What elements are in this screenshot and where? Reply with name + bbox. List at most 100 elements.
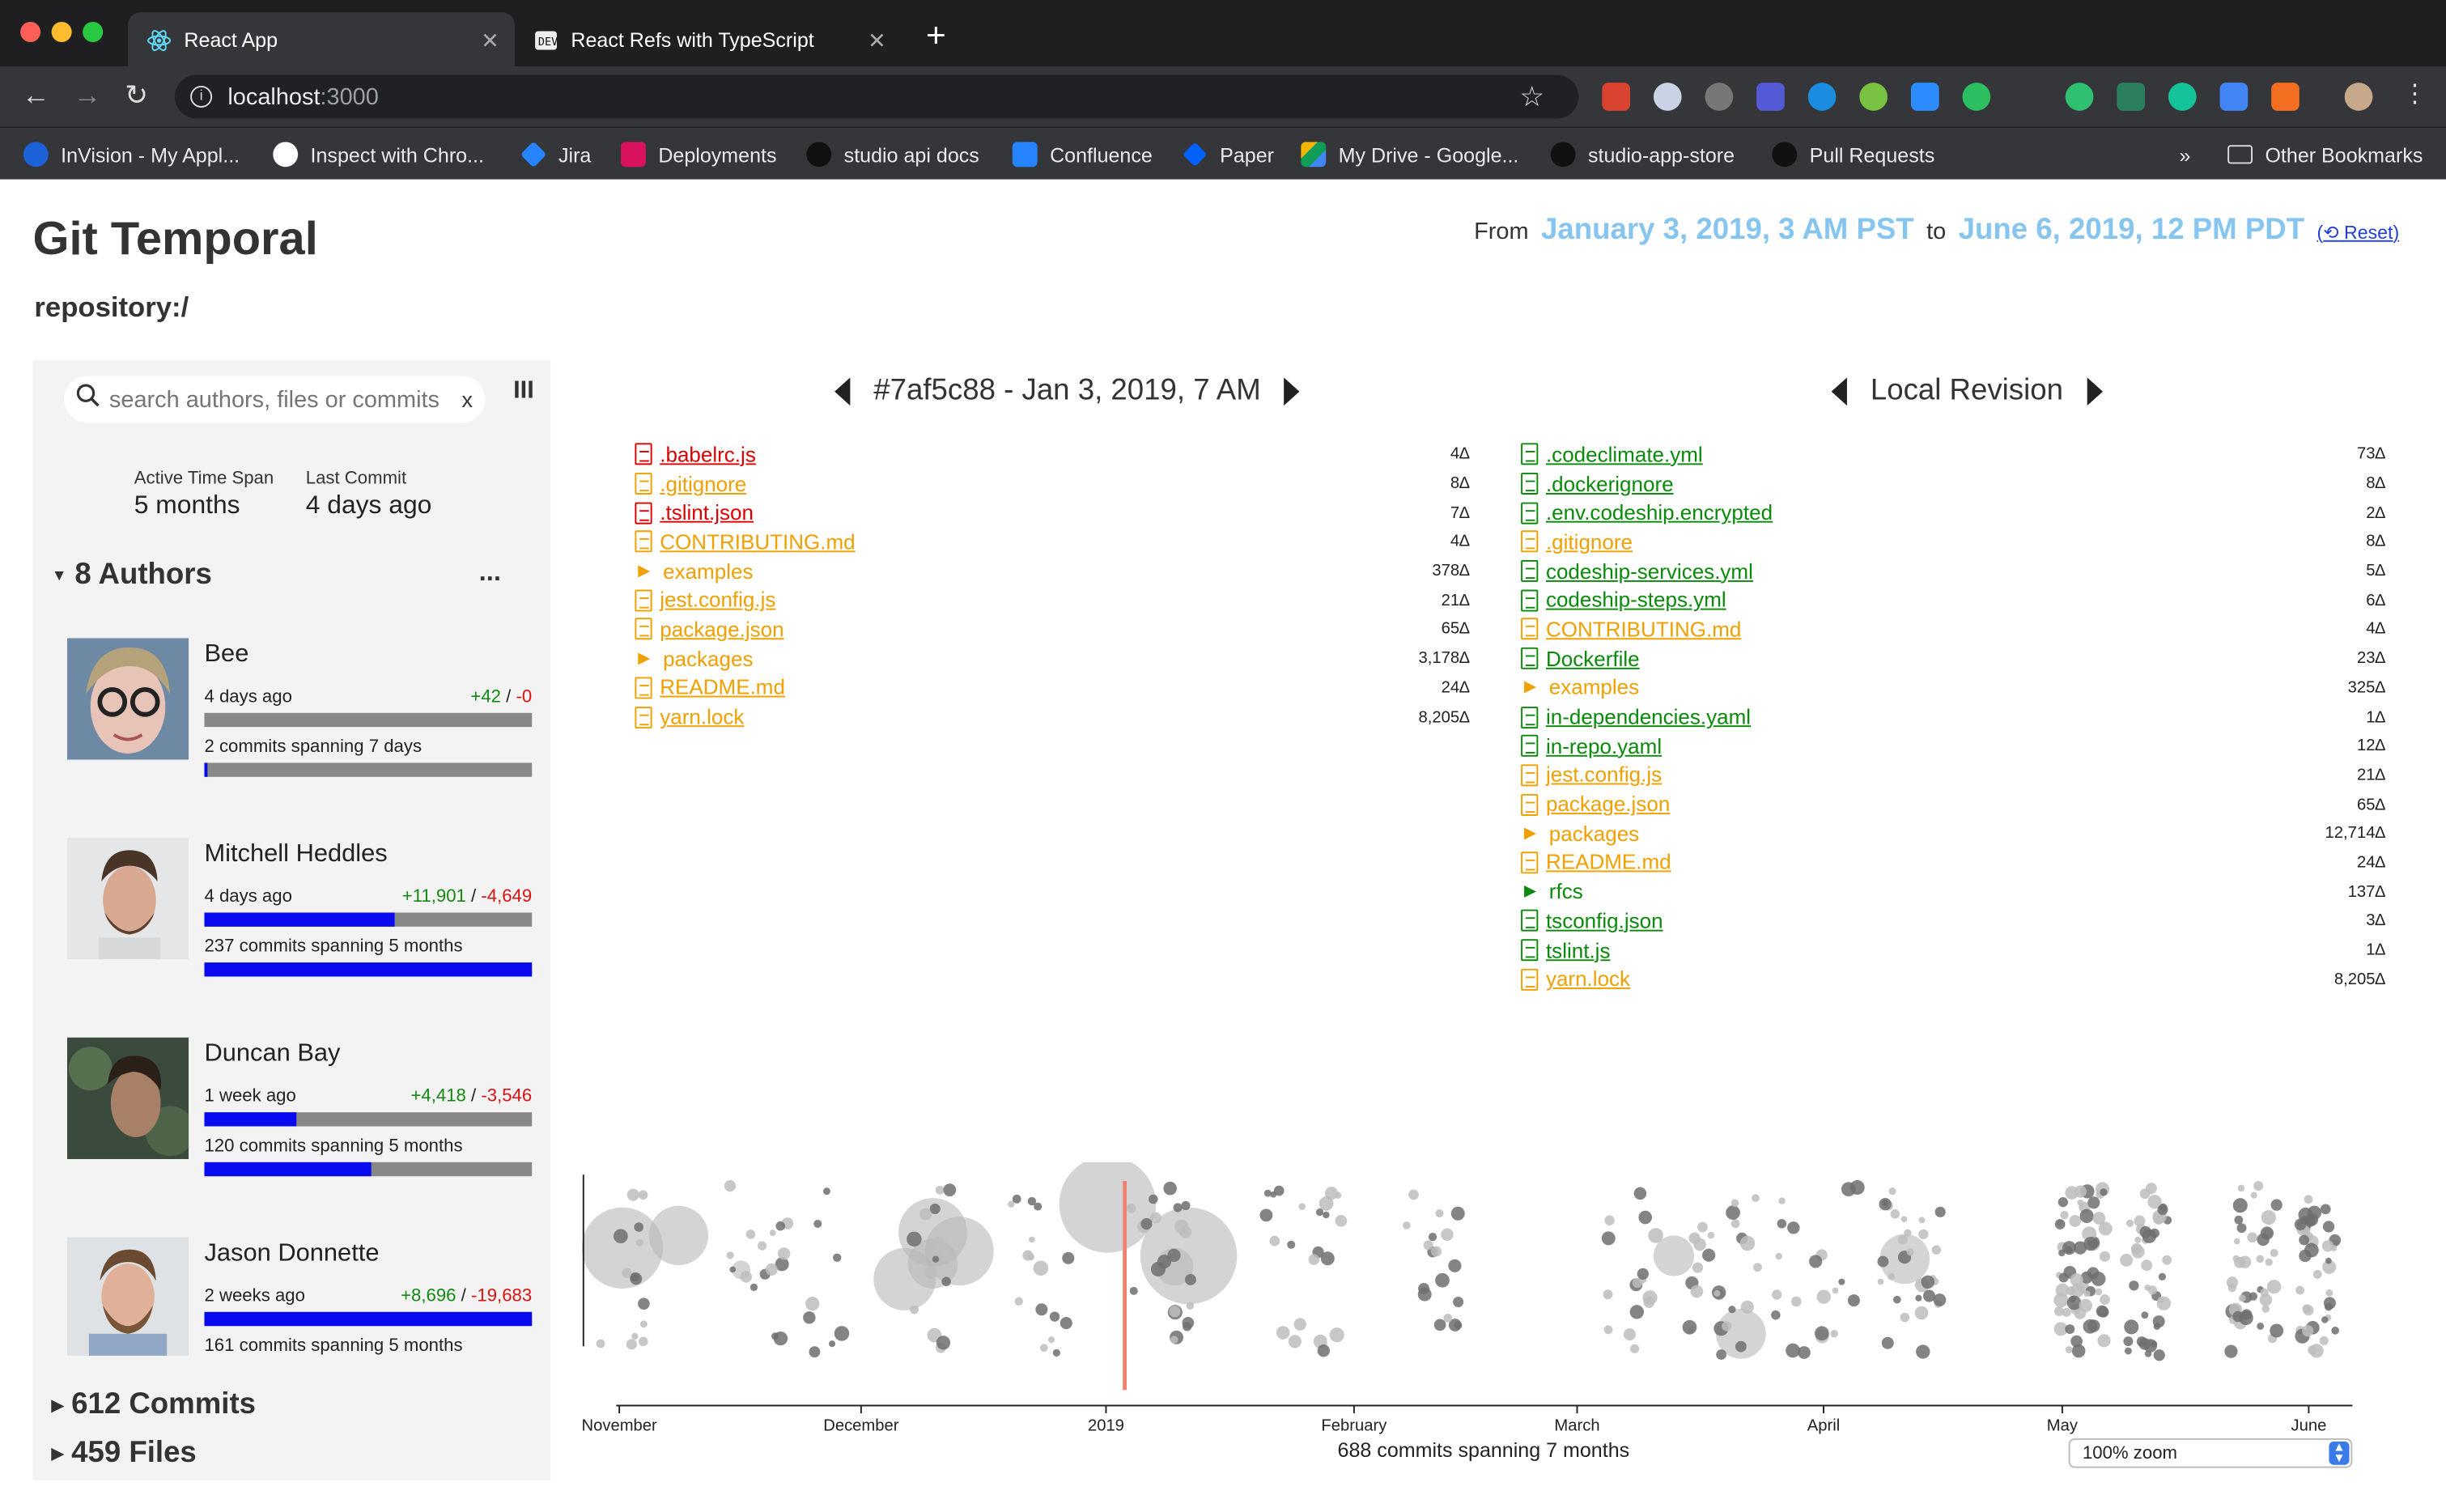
- author-card[interactable]: Mitchell Heddles 4 days ago +11,901 / -4…: [32, 822, 550, 1006]
- file-row[interactable]: README.md 24∆: [1521, 848, 2385, 877]
- commit-dot[interactable]: [1809, 1255, 1823, 1268]
- commit-dot[interactable]: [2257, 1322, 2265, 1330]
- commit-dot[interactable]: [2261, 1210, 2276, 1225]
- grammarly-icon[interactable]: [2168, 83, 2197, 111]
- file-name[interactable]: package.json: [1546, 792, 1670, 816]
- file-row[interactable]: package.json 65∆: [635, 615, 1470, 644]
- commit-dot[interactable]: [936, 1336, 951, 1350]
- commit-dot[interactable]: [769, 1230, 776, 1236]
- commit-dot[interactable]: [2120, 1253, 2134, 1267]
- file-name[interactable]: .gitignore: [660, 472, 746, 495]
- commit-dot[interactable]: [724, 1180, 737, 1192]
- commit-dot[interactable]: [941, 1276, 951, 1287]
- commit-dot[interactable]: [1752, 1194, 1760, 1202]
- commit-dot[interactable]: [2270, 1248, 2278, 1258]
- bookmark-deployments[interactable]: Deployments: [621, 139, 777, 171]
- commit-dot[interactable]: [2256, 1255, 2265, 1264]
- commit-dot[interactable]: [1435, 1272, 1450, 1288]
- commit-dot[interactable]: [2141, 1311, 2149, 1319]
- commit-dot[interactable]: [1033, 1260, 1049, 1276]
- more-bookmarks-button[interactable]: »: [2179, 139, 2190, 171]
- commit-dot[interactable]: [626, 1339, 637, 1350]
- commit-dot[interactable]: [1186, 1302, 1195, 1310]
- commit-dot[interactable]: [1881, 1336, 1894, 1349]
- file-name[interactable]: in-dependencies.yaml: [1546, 705, 1751, 728]
- commit-dot[interactable]: [2270, 1199, 2283, 1211]
- commit-dot[interactable]: [2083, 1236, 2098, 1251]
- tab-react-refs[interactable]: DEV React Refs with TypeScript ✕: [515, 12, 902, 66]
- commit-dot[interactable]: [932, 1237, 945, 1250]
- commit-dot[interactable]: [1877, 1255, 1889, 1268]
- commit-dot[interactable]: [2331, 1326, 2339, 1335]
- commit-dot[interactable]: [2232, 1198, 2248, 1213]
- commit-dot[interactable]: [1881, 1199, 1888, 1206]
- commit-dot[interactable]: [1140, 1217, 1153, 1230]
- commit-dot[interactable]: [1293, 1318, 1306, 1331]
- close-window-button[interactable]: [20, 21, 41, 43]
- commit-dot[interactable]: [1713, 1289, 1721, 1297]
- file-name[interactable]: .gitignore: [1546, 530, 1633, 554]
- commit-dot[interactable]: [1690, 1285, 1704, 1298]
- column-menu-icon[interactable]: III: [513, 377, 534, 406]
- commit-dot[interactable]: [2321, 1316, 2329, 1323]
- commit-dot[interactable]: [2152, 1315, 2165, 1328]
- commit-dot[interactable]: [1428, 1232, 1437, 1242]
- file-name[interactable]: .codeclimate.yml: [1546, 443, 1703, 466]
- folder-row[interactable]: ▶ packages 3,178∆: [635, 644, 1469, 673]
- commit-dot[interactable]: [2062, 1307, 2071, 1318]
- commit-dot[interactable]: [1441, 1228, 1454, 1241]
- commit-dot[interactable]: [1933, 1293, 1947, 1306]
- file-name[interactable]: CONTRIBUTING.md: [660, 530, 855, 554]
- folder-row[interactable]: ▶ packages 12,714∆: [1521, 819, 2385, 848]
- commit-dot[interactable]: [2266, 1279, 2282, 1294]
- commit-dot[interactable]: [1430, 1246, 1442, 1257]
- file-name[interactable]: README.md: [1546, 851, 1671, 874]
- commit-dot[interactable]: [1324, 1187, 1339, 1200]
- commit-dot[interactable]: [2087, 1196, 2100, 1209]
- commit-dot[interactable]: [910, 1305, 919, 1315]
- profile-avatar-icon[interactable]: [2344, 83, 2373, 111]
- commit-dot[interactable]: [1921, 1275, 1935, 1289]
- commit-dot[interactable]: [1287, 1240, 1296, 1249]
- commit-dot[interactable]: [1693, 1238, 1706, 1251]
- file-name[interactable]: .babelrc.js: [660, 443, 756, 466]
- file-row[interactable]: in-repo.yaml 12∆: [1521, 732, 2385, 761]
- commit-dot[interactable]: [1735, 1340, 1747, 1353]
- bookmark-star-icon[interactable]: ☆: [1519, 80, 1544, 113]
- commit-dot[interactable]: [1049, 1311, 1060, 1322]
- commit-dot[interactable]: [1897, 1234, 1908, 1245]
- commit-dot[interactable]: [745, 1230, 756, 1239]
- commit-dot[interactable]: [2083, 1290, 2091, 1298]
- file-row[interactable]: CONTRIBUTING.md 4∆: [635, 528, 1470, 557]
- forward-arrow-icon[interactable]: →: [74, 81, 102, 109]
- commit-dot[interactable]: [2304, 1195, 2313, 1204]
- google-translate-icon[interactable]: [2219, 83, 2249, 111]
- commit-dot[interactable]: [1778, 1197, 1786, 1204]
- commit-dot[interactable]: [2324, 1302, 2333, 1311]
- commit-dot[interactable]: [1722, 1321, 1732, 1331]
- commit-dot[interactable]: [1601, 1231, 1616, 1246]
- commit-dot[interactable]: [1403, 1221, 1411, 1230]
- commit-dot[interactable]: [1129, 1286, 1138, 1295]
- commit-dot[interactable]: [622, 1268, 632, 1278]
- commit-dot[interactable]: [932, 1255, 940, 1263]
- commit-dot[interactable]: [1126, 1203, 1136, 1213]
- commit-dot[interactable]: [1433, 1319, 1446, 1331]
- commit-dot[interactable]: [757, 1241, 767, 1251]
- bookmark-inspect[interactable]: Inspect with Chro...: [273, 139, 484, 171]
- commit-dot[interactable]: [1816, 1289, 1831, 1304]
- file-row[interactable]: .env.codeship.encrypted 2∆: [1521, 499, 2385, 528]
- commit-dot[interactable]: [2250, 1191, 2257, 1199]
- commit-dot[interactable]: [765, 1263, 778, 1276]
- file-row[interactable]: Dockerfile 23∆: [1521, 644, 2385, 673]
- commit-dot[interactable]: [907, 1231, 922, 1247]
- commit-dot[interactable]: [1629, 1305, 1644, 1319]
- commit-dot[interactable]: [1453, 1296, 1464, 1308]
- from-date[interactable]: January 3, 2019, 3 AM PST: [1541, 214, 1914, 248]
- commit-dot[interactable]: [2079, 1208, 2094, 1224]
- commit-dot[interactable]: [1423, 1240, 1433, 1251]
- commit-dot[interactable]: [1888, 1272, 1896, 1281]
- commit-dot[interactable]: [1914, 1306, 1929, 1320]
- other-bookmarks-folder[interactable]: Other Bookmarks: [2227, 139, 2423, 171]
- file-name[interactable]: .dockerignore: [1546, 472, 1674, 495]
